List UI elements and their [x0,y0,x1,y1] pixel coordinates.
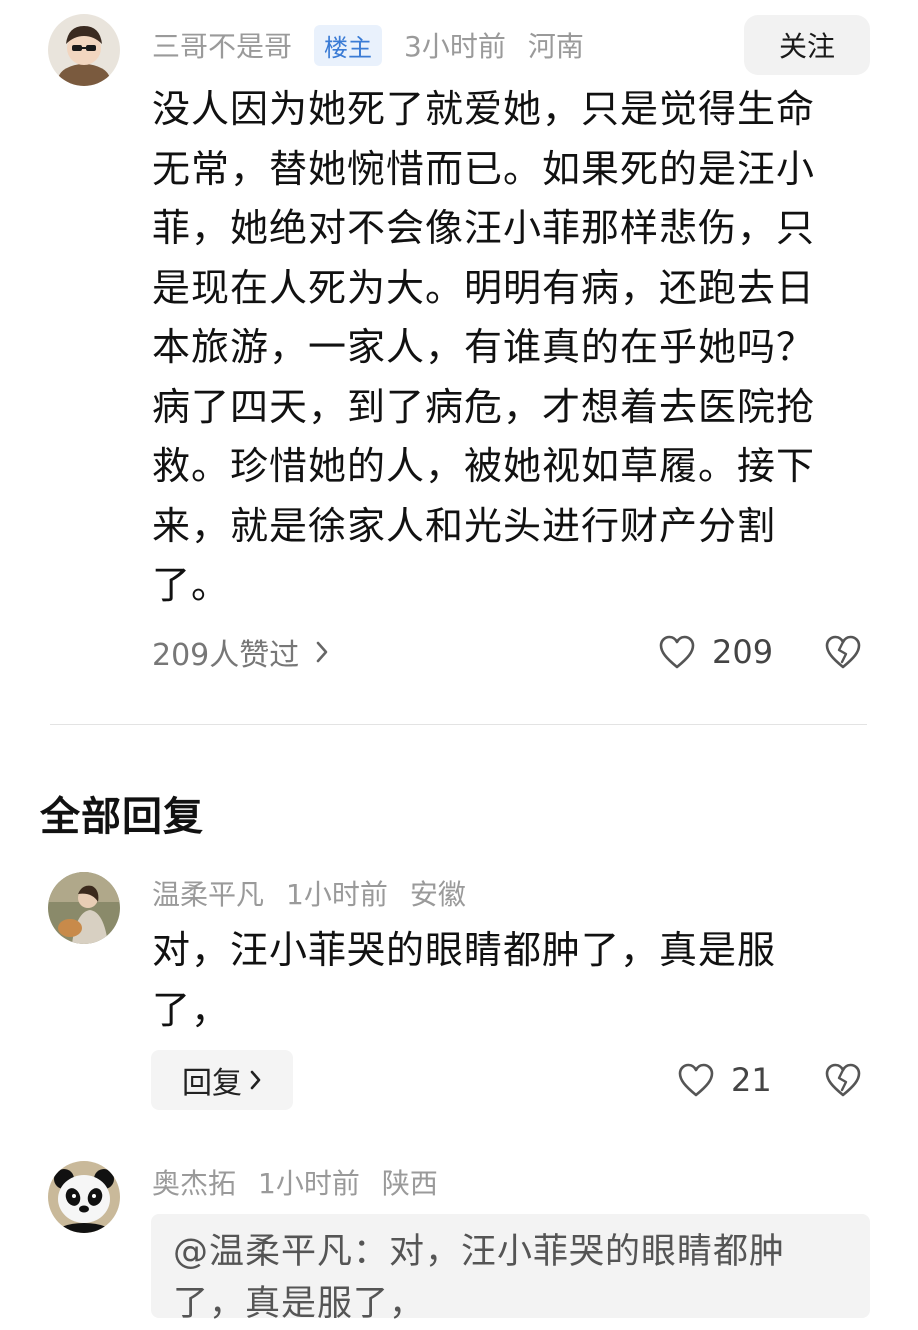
comment-line: 没人因为她死了就爱她，只是觉得生命 [152,87,816,131]
reply-author-name[interactable]: 温柔平凡 [152,873,264,913]
comment-line: 病了四天，到了病危，才想着去医院抢 [152,384,816,429]
avatar-image [48,14,120,86]
like-count: 209 [712,633,774,671]
broken-heart-icon[interactable] [824,1062,862,1098]
reply-location: 陕西 [381,1167,438,1200]
follow-button[interactable]: 关注 [744,15,870,75]
broken-heart-icon[interactable] [824,634,862,670]
comment-line: 来，就是徐家人和光头进行财产分割 [152,503,777,548]
comment-line: 本旅游，一家人，有谁真的在乎她吗？ [152,325,816,369]
quote-line: @温柔平凡：对，汪小菲哭的眼睛都肿 [173,1232,786,1272]
reply-avatar[interactable] [48,872,120,944]
reply-like-count: 21 [731,1061,772,1099]
heart-outline-icon[interactable] [677,1062,715,1098]
comment-line: 是现在人死为大。明明有病，还跑去日 [152,265,816,310]
avatar-image [48,872,120,944]
quoted-reply: @温柔平凡：对，汪小菲哭的眼睛都肿 了，真是服了， [151,1214,870,1324]
op-badge: 楼主 [314,24,383,66]
reply-body: 对，汪小菲哭的眼睛都肿了，真是服 了， [152,920,882,1040]
heart-outline-icon[interactable] [658,634,696,670]
section-title: 全部回复 [40,794,204,840]
divider [50,724,867,725]
comment-line: 了。 [152,563,231,607]
reply-location: 安徽 [409,878,466,911]
reply-meta: 温柔平凡 1小时前 安徽 [152,872,488,914]
reply-time: 1小时前 [286,878,388,911]
reply-button[interactable]: 回复 [151,1050,293,1110]
reply-time: 1小时前 [258,1167,360,1200]
reply-avatar[interactable] [48,1161,120,1233]
reply-author-name[interactable]: 奥杰拓 [152,1162,236,1202]
liked-by-text: 209人赞过 [152,638,300,673]
post-location: 河南 [527,30,584,63]
reply-button-label: 回复 [182,1066,242,1101]
panda-avatar-image [48,1161,120,1233]
author-meta: 三哥不是哥 楼主 3小时前 河南 [152,24,606,66]
comment-body: 没人因为她死了就爱她，只是觉得生命 无常，替她惋惜而已。如果死的是汪小 菲，她绝… [152,80,882,616]
reply-line: 了， [152,988,231,1032]
author-name[interactable]: 三哥不是哥 [152,25,292,65]
liked-by-link[interactable]: 209人赞过 [152,630,329,674]
author-avatar[interactable] [48,14,120,86]
post-time: 3小时前 [404,30,506,63]
reply-line: 对，汪小菲哭的眼睛都肿了，真是服 [152,928,777,972]
reply-meta: 奥杰拓 1小时前 陕西 [152,1161,460,1203]
chevron-right-icon [315,640,329,664]
comment-line: 菲，她绝对不会像汪小菲那样悲伤，只 [152,206,816,250]
comment-line: 无常，替她惋惜而已。如果死的是汪小 [152,146,816,191]
quote-line: 了，真是服了， [173,1284,426,1324]
chevron-right-icon [250,1069,262,1091]
comment-line: 救。珍惜她的人，被她视如草履。接下 [152,444,816,488]
